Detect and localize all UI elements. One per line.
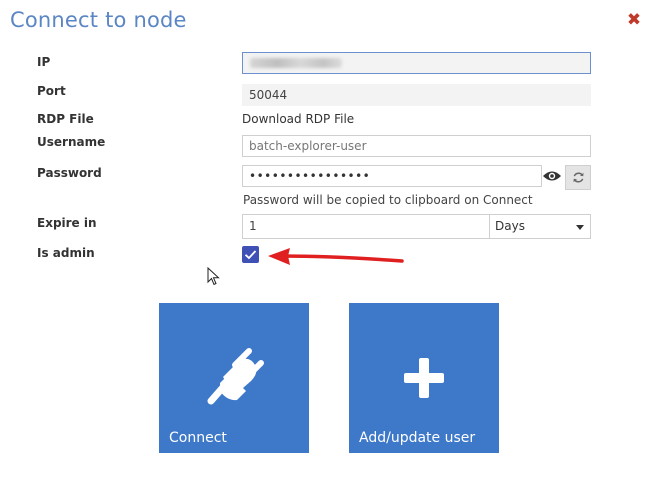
close-icon[interactable]: ✖	[626, 12, 642, 29]
eye-icon[interactable]	[542, 169, 562, 183]
expire-value-input[interactable]: 1	[242, 214, 490, 239]
is-admin-checkbox[interactable]	[242, 246, 259, 263]
port-field: 50044	[242, 84, 591, 106]
plus-icon	[404, 358, 444, 398]
expire-unit-value: Days	[495, 219, 525, 233]
password-hint: Password will be copied to clipboard on …	[243, 193, 533, 207]
username-field[interactable]: batch-explorer-user	[242, 135, 591, 157]
rdp-file-label: RDP File	[37, 112, 94, 126]
chevron-down-icon	[576, 225, 584, 230]
username-label: Username	[37, 135, 106, 149]
refresh-password-button[interactable]	[565, 165, 591, 190]
is-admin-label: Is admin	[37, 246, 95, 260]
ip-field[interactable]	[242, 52, 591, 74]
red-arrow-icon	[268, 248, 404, 265]
add-update-user-button[interactable]: Add/update user	[349, 303, 499, 453]
expire-in-label: Expire in	[37, 216, 97, 230]
plug-icon	[207, 348, 264, 405]
password-label: Password	[37, 166, 102, 180]
expire-unit-select[interactable]: Days	[489, 214, 591, 239]
ip-value-redacted	[250, 58, 342, 68]
connect-button[interactable]: Connect	[159, 303, 309, 453]
connect-label: Connect	[169, 430, 227, 446]
check-icon	[244, 250, 257, 260]
port-label: Port	[37, 84, 66, 98]
dialog-title: Connect to node	[10, 8, 187, 32]
password-field[interactable]: ••••••••••••••••	[242, 165, 542, 187]
add-update-user-label: Add/update user	[359, 430, 476, 446]
download-rdp-file-link[interactable]: Download RDP File	[242, 112, 354, 126]
refresh-icon	[572, 172, 584, 183]
ip-label: IP	[37, 55, 51, 69]
mouse-cursor-icon	[207, 267, 220, 286]
